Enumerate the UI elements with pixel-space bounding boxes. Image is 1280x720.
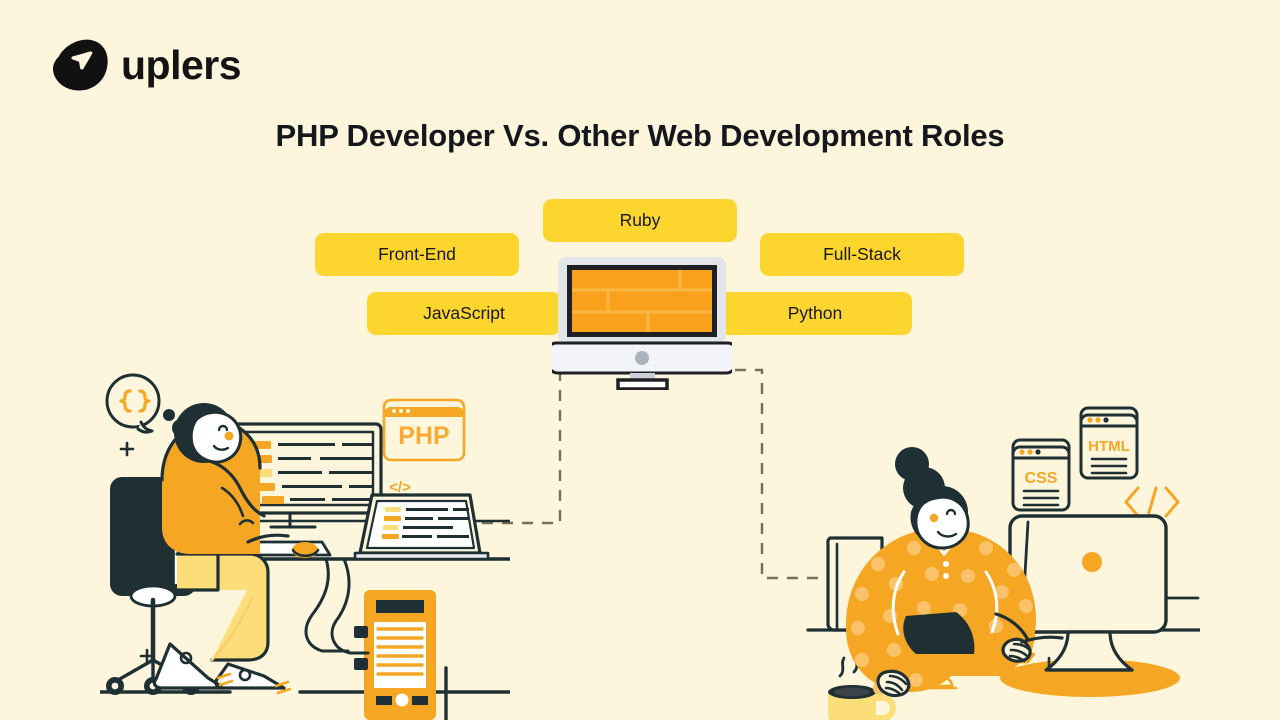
svg-text:PHP: PHP (398, 422, 449, 450)
role-pill-javascript[interactable]: JavaScript (367, 292, 561, 335)
role-pill-label: Front-End (378, 244, 456, 264)
role-pill-label: Full-Stack (823, 244, 901, 264)
svg-text:CSS: CSS (1025, 470, 1058, 487)
role-pill-label: Ruby (619, 210, 661, 230)
role-pill-ruby[interactable]: Ruby (543, 199, 737, 242)
role-pill-label: JavaScript (423, 303, 505, 323)
desktop-monitor-icon (552, 257, 732, 390)
role-pill-python[interactable]: Python (718, 292, 912, 335)
role-pill-full-stack[interactable]: Full-Stack (760, 233, 964, 276)
svg-text:HTML: HTML (1088, 438, 1130, 455)
role-pill-front-end[interactable]: Front-End (315, 233, 519, 276)
web-developer-at-desk-illustration: CSS HTML (806, 406, 1200, 720)
svg-text:</>: </> (389, 479, 411, 496)
infographic-canvas: uplers PHP Developer Vs. Other Web Devel… (0, 0, 1280, 720)
php-developer-at-desk-illustration: PHP </> (100, 373, 510, 720)
role-pill-label: Python (787, 303, 843, 323)
